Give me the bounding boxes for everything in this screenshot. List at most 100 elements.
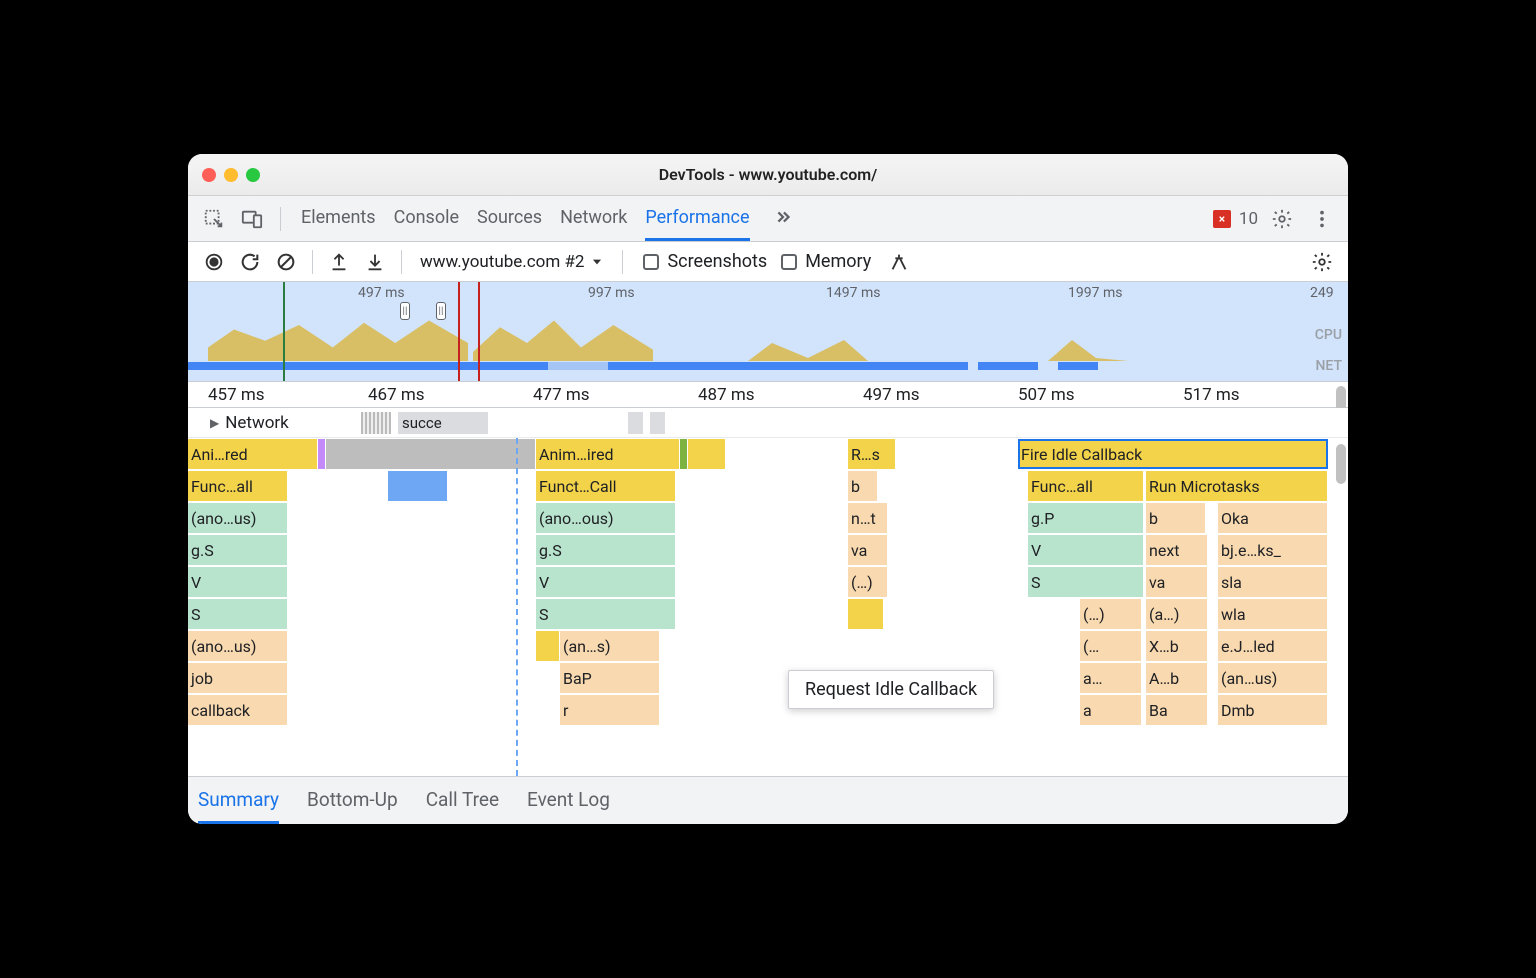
more-options-icon[interactable] [1306,203,1338,235]
settings-icon[interactable] [1266,203,1298,235]
flame-block[interactable]: X…b [1146,631,1208,661]
net-lane-label: NET [1315,358,1342,374]
timeline-overview[interactable]: 497 ms 997 ms 1497 ms 1997 ms 249 CPU NE… [188,282,1348,382]
flame-block[interactable]: BaP [560,663,660,693]
flame-block[interactable]: R…s [848,439,896,469]
flame-block[interactable]: b [848,471,878,501]
flame-block[interactable]: A…b [1146,663,1208,693]
flame-block[interactable]: Anim…ired [536,439,680,469]
flame-block[interactable]: bj.e…ks_ [1218,535,1328,565]
disclosure-icon[interactable]: ▶ [210,416,219,430]
flame-block[interactable] [326,439,536,469]
screenshots-checkbox[interactable]: Screenshots [643,251,767,272]
flame-block[interactable]: (an…us) [1218,663,1328,693]
tab-summary[interactable]: Summary [198,777,279,824]
flame-block[interactable]: r [560,695,660,725]
network-track[interactable]: ▶ Network succe [188,408,1348,438]
upload-profile-icon[interactable] [323,246,355,278]
download-profile-icon[interactable] [359,246,391,278]
flame-block[interactable]: (…) [848,567,888,597]
net-request[interactable] [361,412,391,434]
flame-block[interactable]: (ano…ous) [536,503,676,533]
flame-block[interactable]: Fire Idle Callback [1018,439,1328,469]
error-count[interactable]: 10 [1239,209,1258,229]
flame-block[interactable]: (an…s) [560,631,660,661]
flame-block[interactable]: va [1146,567,1208,597]
detail-ruler[interactable]: 457 ms 467 ms 477 ms 487 ms 497 ms 507 m… [188,382,1348,408]
tab-elements[interactable]: Elements [301,196,376,241]
flame-block[interactable]: Ani…red [188,439,318,469]
flame-block[interactable]: job [188,663,288,693]
flame-block[interactable]: (ano…us) [188,503,288,533]
memory-checkbox[interactable]: Memory [781,251,871,272]
flame-block[interactable]: (a…) [1146,599,1208,629]
scrollbar-vertical[interactable] [1336,444,1346,484]
flame-block[interactable]: Ba [1146,695,1208,725]
divider [622,250,623,274]
recording-dropdown[interactable]: www.youtube.com #2 [412,248,612,276]
flame-block[interactable]: V [536,567,676,597]
minimize-window-button[interactable] [224,168,238,182]
device-toolbar-icon[interactable] [236,203,268,235]
ruler-tick: 487 ms [698,385,755,405]
chevron-down-icon [590,255,604,269]
flame-block[interactable] [688,439,726,469]
tab-network[interactable]: Network [560,196,627,241]
flame-block[interactable] [388,471,448,501]
tab-performance[interactable]: Performance [645,196,749,241]
flame-block[interactable] [680,439,688,469]
flame-block[interactable]: callback [188,695,288,725]
flame-block[interactable]: Dmb [1218,695,1328,725]
ruler-tick: 467 ms [368,385,425,405]
tab-event-log[interactable]: Event Log [527,777,610,824]
record-button-icon[interactable] [198,246,230,278]
flame-block[interactable]: a [1080,695,1142,725]
flame-block[interactable]: a… [1080,663,1142,693]
flame-block[interactable]: n…t [848,503,888,533]
net-request[interactable]: succe [398,412,488,434]
tab-sources[interactable]: Sources [477,196,542,241]
flame-block[interactable] [848,599,884,629]
error-badge-icon[interactable]: × [1213,210,1231,228]
flame-block[interactable]: Run Microtasks [1146,471,1328,501]
more-tabs-icon[interactable] [768,196,798,241]
flame-block[interactable]: va [848,535,888,565]
flame-block[interactable]: (… [1080,631,1142,661]
flame-block[interactable]: S [536,599,676,629]
flame-chart[interactable]: Ani…redAnim…iredR…sFire Idle CallbackFun… [188,438,1348,776]
selection-handle-right[interactable]: || [436,302,446,320]
clear-gc-icon[interactable] [883,246,915,278]
flame-block[interactable]: b [1146,503,1206,533]
clear-button-icon[interactable] [270,246,302,278]
flame-block[interactable]: Funct…Call [536,471,676,501]
flame-block[interactable]: g.S [536,535,676,565]
flame-block[interactable]: (…) [1080,599,1142,629]
flame-block[interactable]: Oka [1218,503,1328,533]
capture-settings-icon[interactable] [1306,246,1338,278]
flame-block[interactable]: next [1146,535,1208,565]
tab-bottom-up[interactable]: Bottom-Up [307,777,398,824]
tab-call-tree[interactable]: Call Tree [426,777,499,824]
flame-block[interactable] [536,631,560,661]
reload-button-icon[interactable] [234,246,266,278]
flame-block[interactable]: (ano…us) [188,631,288,661]
flame-block[interactable] [318,439,326,469]
flame-block[interactable]: V [188,567,288,597]
flame-block[interactable]: S [1028,567,1144,597]
flame-block[interactable]: wla [1218,599,1328,629]
close-window-button[interactable] [202,168,216,182]
flame-block[interactable]: e.J…led [1218,631,1328,661]
maximize-window-button[interactable] [246,168,260,182]
flame-block[interactable]: g.P [1028,503,1144,533]
flame-block[interactable]: sla [1218,567,1328,597]
flame-block[interactable]: g.S [188,535,288,565]
flame-block[interactable]: Func…all [188,471,288,501]
selection-handle-left[interactable]: || [400,302,410,320]
tab-console[interactable]: Console [394,196,459,241]
net-request[interactable] [650,412,665,434]
flame-block[interactable]: V [1028,535,1144,565]
flame-block[interactable]: S [188,599,288,629]
net-request[interactable] [628,412,643,434]
flame-block[interactable]: Func…all [1028,471,1144,501]
inspect-element-icon[interactable] [198,203,230,235]
